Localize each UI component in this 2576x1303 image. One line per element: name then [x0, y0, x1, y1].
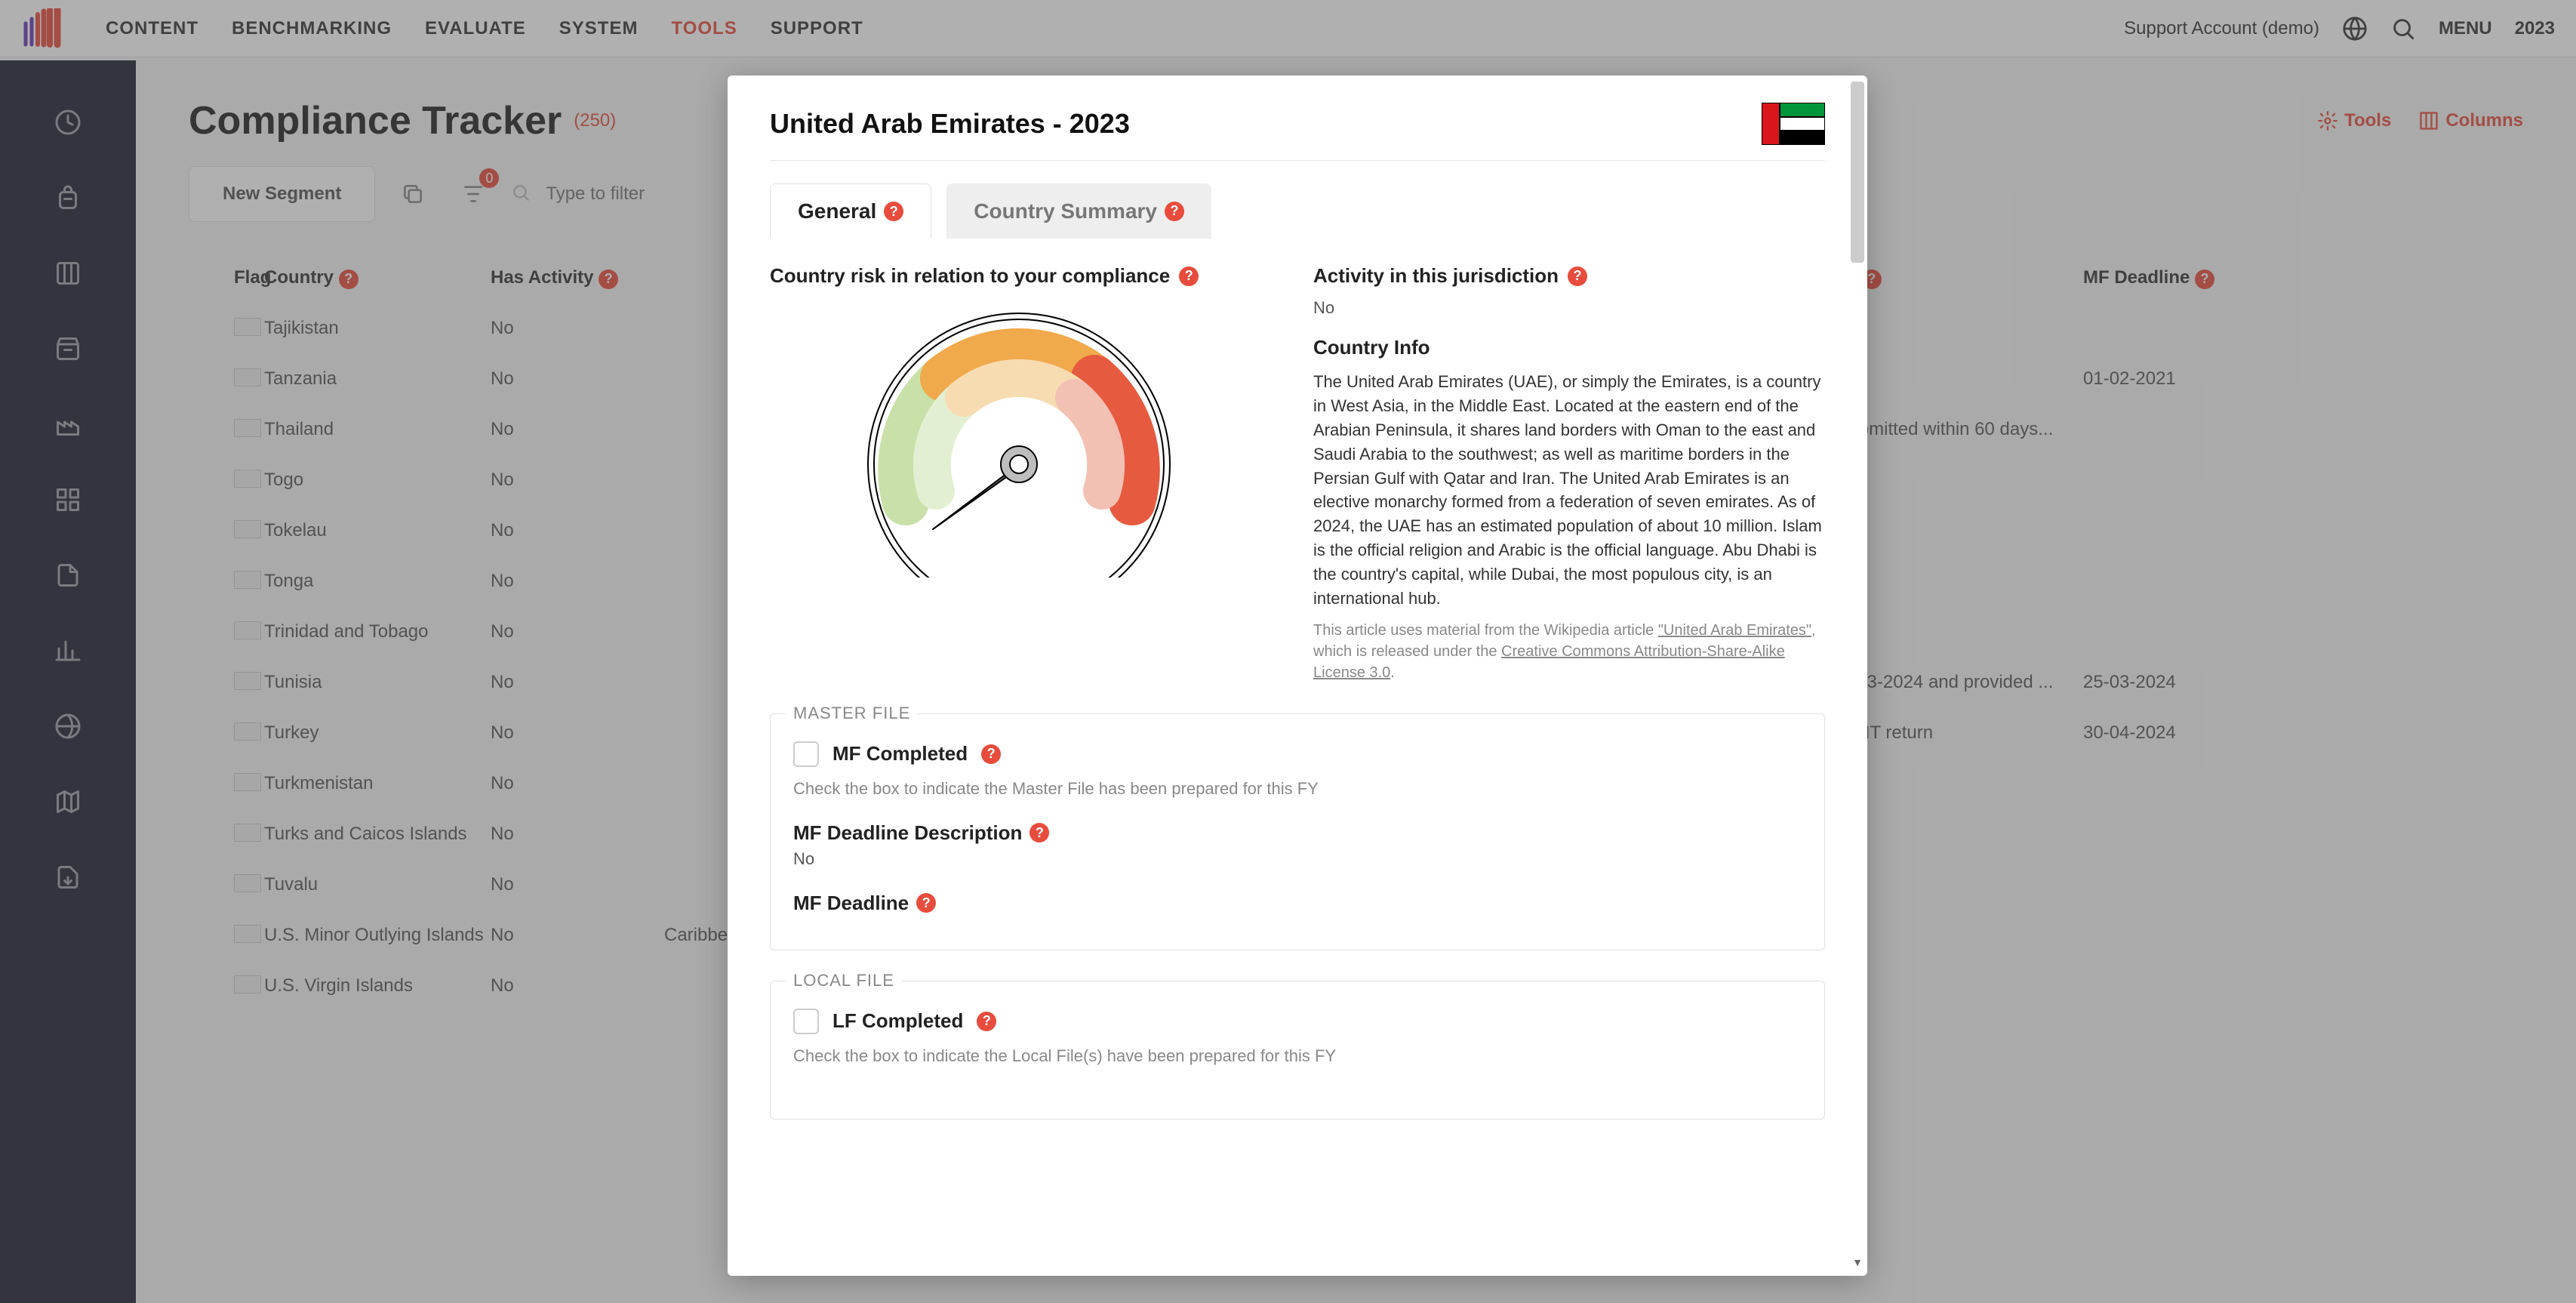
risk-gauge [770, 298, 1268, 600]
help-icon[interactable]: ? [884, 202, 903, 221]
info-label: Country Info [1313, 336, 1825, 359]
mf-completed-label: MF Completed [833, 742, 968, 765]
modal: United Arab Emirates - 2023 General? Cou… [728, 75, 1867, 1276]
help-icon[interactable]: ? [1179, 266, 1199, 286]
scroll-thumb[interactable] [1851, 82, 1864, 263]
mf-desc-value: No [793, 849, 1802, 869]
modal-scrollbar[interactable]: ▲ ▼ [1848, 82, 1867, 1270]
help-icon[interactable]: ? [1568, 266, 1587, 286]
lf-completed-label: LF Completed [833, 1009, 963, 1033]
master-file-section: MASTER FILE MF Completed ? Check the box… [770, 713, 1825, 950]
tab-country-summary[interactable]: Country Summary? [946, 183, 1211, 239]
modal-body: General? Country Summary? Country risk i… [728, 161, 1867, 1150]
wiki-link[interactable]: "United Arab Emirates" [1658, 622, 1811, 639]
lf-completed-checkbox[interactable] [793, 1009, 819, 1034]
mf-hint: Check the box to indicate the Master Fil… [793, 779, 1802, 799]
scroll-down-icon[interactable]: ▼ [1851, 1256, 1864, 1270]
help-icon[interactable]: ? [977, 1012, 996, 1031]
modal-title: United Arab Emirates - 2023 [770, 108, 1130, 140]
local-file-legend: LOCAL FILE [786, 971, 902, 990]
local-file-section: LOCAL FILE LF Completed ? Check the box … [770, 981, 1825, 1120]
info-text: The United Arab Emirates (UAE), or simpl… [1313, 370, 1825, 611]
mf-deadline-label: MF Deadline? [793, 892, 1802, 915]
modal-header: United Arab Emirates - 2023 [728, 75, 1867, 160]
risk-label: Country risk in relation to your complia… [770, 264, 1268, 288]
mf-desc-label: MF Deadline Description? [793, 821, 1802, 845]
help-icon[interactable]: ? [1165, 202, 1184, 221]
lf-hint: Check the box to indicate the Local File… [793, 1046, 1802, 1066]
master-file-legend: MASTER FILE [786, 704, 918, 723]
modal-tabs: General? Country Summary? [770, 183, 1825, 239]
attribution: This article uses material from the Wiki… [1313, 620, 1825, 683]
activity-value: No [1313, 298, 1825, 318]
activity-label: Activity in this jurisdiction? [1313, 264, 1825, 288]
uae-flag-icon [1762, 103, 1825, 145]
help-icon[interactable]: ? [981, 744, 1001, 764]
mf-completed-checkbox[interactable] [793, 741, 819, 767]
tab-general[interactable]: General? [770, 183, 931, 239]
help-icon[interactable]: ? [916, 893, 936, 913]
help-icon[interactable]: ? [1029, 823, 1049, 842]
